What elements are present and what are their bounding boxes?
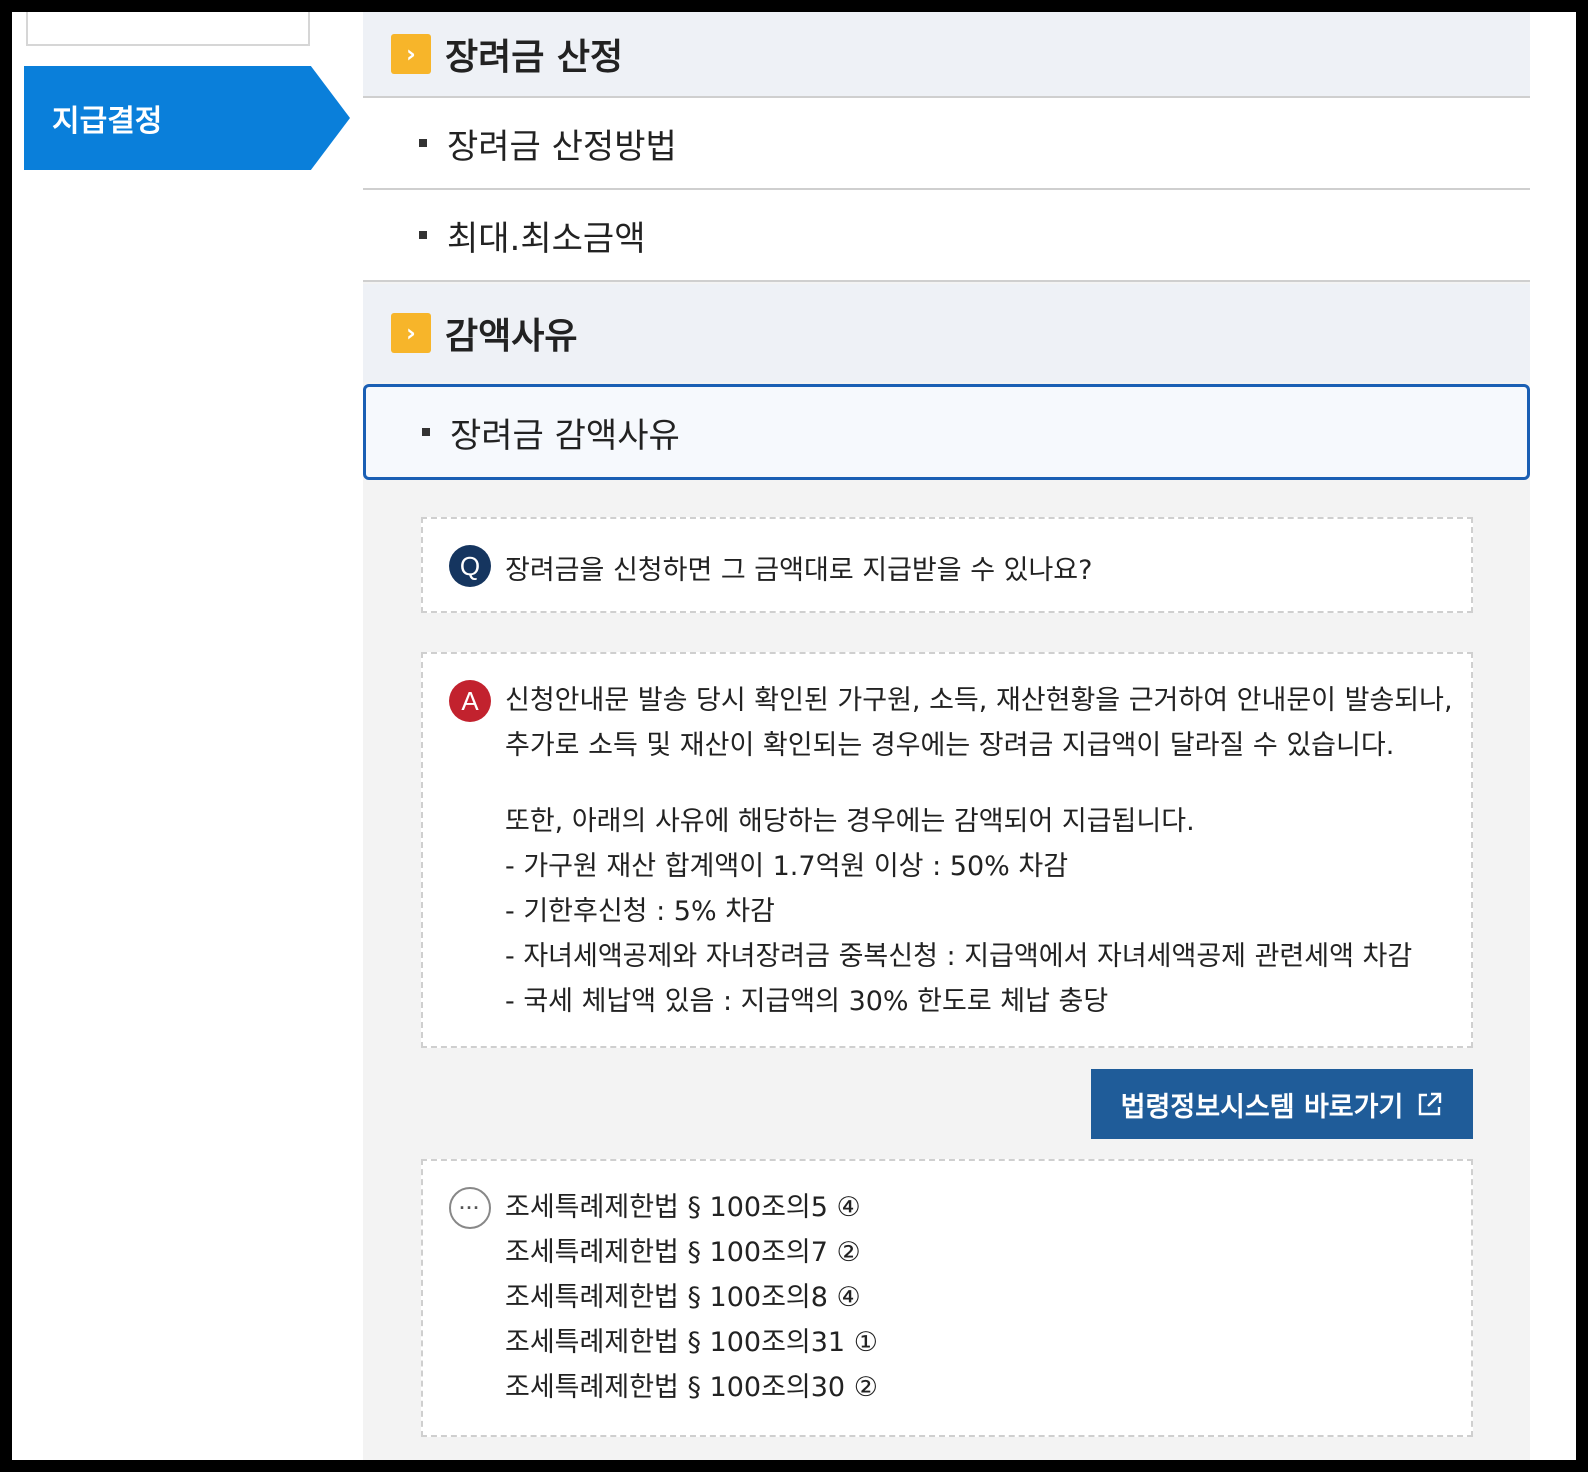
answer-badge: A: [449, 680, 491, 722]
answer-text: 신청안내문 발송 당시 확인된 가구원, 소득, 재산현황을 근거하여 안내문이…: [505, 678, 1453, 768]
sidebar-item-label: 지급결정: [52, 104, 163, 139]
reference-item: 조세특례제한법 § 100조의5 ④: [505, 1192, 861, 1223]
menu-item-label: 장려금 감액사유: [450, 415, 680, 456]
section-header-reduction[interactable]: › 감액사유: [363, 284, 1530, 382]
sidebar-search-box[interactable]: [26, 12, 310, 46]
more-icon: ···: [449, 1187, 491, 1229]
reference-item: 조세특례제한법 § 100조의31 ①: [505, 1327, 878, 1358]
sidebar-item-payment-decision[interactable]: 지급결정: [24, 66, 350, 170]
answer-detail: 또한, 아래의 사유에 해당하는 경우에는 감액되어 지급됩니다. - 가구원 …: [505, 799, 1412, 1024]
answer-detail-line: - 자녀세액공제와 자녀장려금 중복신청 : 지급액에서 자녀세액공제 관련세액…: [505, 941, 1413, 972]
question-badge: Q: [449, 545, 491, 587]
section-title: 장려금 산정: [445, 37, 624, 78]
menu-item-reduction-reasons[interactable]: 장려금 감액사유: [363, 384, 1530, 480]
menu-item-label: 최대.최소금액: [447, 218, 646, 259]
chevron-right-icon: ›: [391, 34, 431, 74]
reference-item: 조세특례제한법 § 100조의8 ④: [505, 1282, 861, 1313]
page-frame: 지급결정 › 장려금 산정 장려금 산정방법 최대.최소금액 › 감액사유 장려…: [12, 12, 1576, 1460]
reference-item: 조세특례제한법 § 100조의7 ②: [505, 1237, 861, 1268]
question-box: Q 장려금을 신청하면 그 금액대로 지급받을 수 있나요?: [421, 517, 1473, 613]
section-title: 감액사유: [445, 316, 578, 357]
law-button-label: 법령정보시스템 바로가기: [1120, 1091, 1404, 1123]
chevron-right-icon: ›: [391, 313, 431, 353]
menu-item-calculation-method[interactable]: 장려금 산정방법: [363, 98, 1530, 190]
external-link-icon: [1417, 1091, 1443, 1117]
answer-line: 신청안내문 발송 당시 확인된 가구원, 소득, 재산현황을 근거하여 안내문이…: [505, 685, 1453, 716]
question-text: 장려금을 신청하면 그 금액대로 지급받을 수 있나요?: [505, 555, 1093, 586]
bullet-icon: [422, 428, 430, 436]
bullet-icon: [419, 139, 427, 147]
answer-detail-line: - 기한후신청 : 5% 차감: [505, 896, 775, 927]
answer-box: A 신청안내문 발송 당시 확인된 가구원, 소득, 재산현황을 근거하여 안내…: [421, 652, 1473, 1048]
answer-detail-line: 또한, 아래의 사유에 해당하는 경우에는 감액되어 지급됩니다.: [505, 806, 1195, 837]
law-info-system-button[interactable]: 법령정보시스템 바로가기: [1091, 1069, 1473, 1139]
answer-line: 추가로 소득 및 재산이 확인되는 경우에는 장려금 지급액이 달라질 수 있습…: [505, 730, 1395, 761]
reference-item: 조세특례제한법 § 100조의30 ②: [505, 1372, 878, 1403]
content-panel: › 장려금 산정 장려금 산정방법 최대.최소금액 › 감액사유 장려금 감액사…: [363, 12, 1530, 1460]
answer-detail-line: - 국세 체납액 있음 : 지급액의 30% 한도로 체납 충당: [505, 986, 1109, 1017]
menu-item-label: 장려금 산정방법: [447, 126, 677, 167]
reference-list: 조세특례제한법 § 100조의5 ④ 조세특례제한법 § 100조의7 ② 조세…: [505, 1185, 878, 1410]
answer-detail-line: - 가구원 재산 합계액이 1.7억원 이상 : 50% 차감: [505, 851, 1069, 882]
law-references-box: ··· 조세특례제한법 § 100조의5 ④ 조세특례제한법 § 100조의7 …: [421, 1159, 1473, 1437]
bullet-icon: [419, 231, 427, 239]
menu-item-max-min-amount[interactable]: 최대.최소금액: [363, 190, 1530, 282]
section-header-calculation[interactable]: › 장려금 산정: [363, 12, 1530, 98]
